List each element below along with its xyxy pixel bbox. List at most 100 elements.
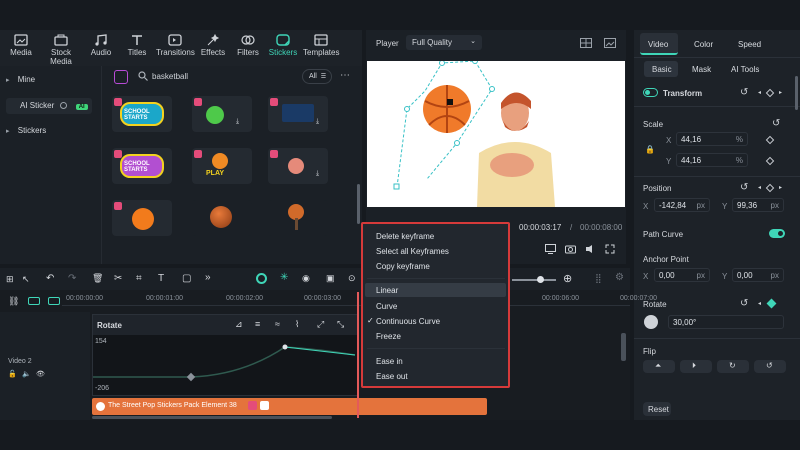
prev-keyframe-icon[interactable]: ◂ <box>758 89 761 96</box>
shape-icon[interactable]: ▢ <box>182 273 191 284</box>
more-options-icon[interactable]: ⋯ <box>340 70 350 81</box>
position-y-field[interactable]: 99,36 px <box>732 198 784 212</box>
curve-preset-icon[interactable]: ≡ <box>255 319 260 329</box>
text-icon[interactable]: T <box>158 273 164 284</box>
curve-preset-icon[interactable]: ⤢ <box>317 319 324 330</box>
quality-dropdown[interactable]: Full Quality ⌄ <box>406 35 482 50</box>
reset-icon[interactable]: ↺ <box>740 298 748 309</box>
subtab-mask[interactable]: Mask <box>692 65 711 74</box>
menu-item-curve[interactable]: Curve <box>376 302 397 311</box>
curve-handle[interactable] <box>282 344 288 350</box>
timeline-scrollbar[interactable] <box>92 416 332 419</box>
delete-icon[interactable]: 🗑 <box>92 273 103 284</box>
settings-icon[interactable]: ⚙ <box>615 272 624 283</box>
anchor-y-field[interactable]: 0,00 px <box>732 268 784 282</box>
flip-horizontal-button[interactable]: ⏵ <box>680 360 712 373</box>
sticker-tile[interactable]: SCHOOL STARTS <box>112 96 172 132</box>
toolbar-item-titles[interactable]: Titles <box>124 34 150 57</box>
menu-item-freeze[interactable]: Freeze <box>376 332 401 341</box>
rotate-right-button[interactable]: ↻ <box>717 360 749 373</box>
scale-y-field[interactable]: 44,16 % <box>676 153 748 167</box>
toolbar-item-templates[interactable]: Templates <box>303 34 339 57</box>
rotate-dial[interactable] <box>644 315 658 329</box>
menu-item-linear[interactable]: Linear <box>365 283 506 297</box>
playhead[interactable] <box>357 292 359 418</box>
zoom-slider-track[interactable] <box>512 279 556 281</box>
select-icon[interactable]: ↖ <box>22 274 30 285</box>
next-keyframe-icon[interactable]: ▸ <box>779 184 782 191</box>
sticker-tile[interactable] <box>268 200 328 236</box>
camera-icon[interactable]: ▣ <box>326 273 335 284</box>
record-icon[interactable]: ◉ <box>302 273 310 284</box>
menu-item-copy-keyframe[interactable]: Copy keyframe <box>376 262 430 271</box>
tab-color[interactable]: Color <box>694 40 713 49</box>
undo-icon[interactable]: ↶ <box>46 273 54 284</box>
subtab-ai-tools[interactable]: AI Tools <box>731 65 759 74</box>
layout-icon[interactable]: ⊞ <box>6 274 14 285</box>
effects-tool-icon[interactable]: ✳ <box>280 272 288 283</box>
sticker-tile[interactable]: SCHOOL STARTS <box>112 148 172 184</box>
marker-icon[interactable]: ⊙ <box>348 273 356 284</box>
download-icon[interactable]: ⤓ <box>316 170 319 178</box>
position-x-field[interactable]: -142,84 px <box>654 198 710 212</box>
scale-x-field[interactable]: 44,16 % <box>676 132 748 146</box>
reset-icon[interactable]: ↺ <box>740 182 748 193</box>
redo-icon[interactable]: ↷ <box>68 273 76 284</box>
lock-track-icon[interactable]: 🔓 <box>8 370 17 378</box>
curve-editor[interactable]: Rotate ⊿ ≡ ≈ ⌇ ⤢ ⤡ 154 -206 <box>92 314 359 396</box>
curve-preset-icon[interactable]: ⊿ <box>235 319 243 330</box>
video-canvas[interactable] <box>367 61 625 207</box>
magnet-icon[interactable] <box>48 297 60 305</box>
sticker-tile[interactable]: ⤓ <box>192 96 252 132</box>
reset-button[interactable]: Reset <box>643 402 671 416</box>
lock-icon[interactable]: 🔒 <box>645 145 655 154</box>
tab-video[interactable]: Video <box>640 33 678 55</box>
vertical-scrollbar[interactable] <box>621 333 626 361</box>
timeline-ruler[interactable]: 00:00:00:00 00:00:01:00 00:00:02:00 00:0… <box>62 292 657 306</box>
download-icon[interactable]: ⤓ <box>236 118 239 126</box>
volume-icon[interactable] <box>585 244 596 256</box>
toolbar-item-stickers[interactable]: Stickers <box>267 34 299 57</box>
sidebar-item-ai-sticker[interactable]: AI Sticker AI <box>6 98 92 114</box>
panel-scrollbar[interactable] <box>795 76 798 110</box>
monitor-icon[interactable] <box>545 244 556 256</box>
curve-preset-icon[interactable]: ⌇ <box>295 319 299 330</box>
flip-vertical-button[interactable]: ⏶ <box>643 360 675 373</box>
subtab-basic[interactable]: Basic <box>644 61 678 77</box>
visibility-icon[interactable]: 👁 <box>36 370 45 378</box>
anchor-x-field[interactable]: 0,00 px <box>654 268 710 282</box>
sticker-tile[interactable]: ⤓ <box>268 96 328 132</box>
curve-keyframe[interactable] <box>186 372 196 382</box>
menu-item-select-all-keyframes[interactable]: Select all Keyframes <box>376 247 449 256</box>
filter-dropdown[interactable]: All ☰ <box>302 69 332 84</box>
toolbar-item-stock-media[interactable]: Stock Media <box>40 34 82 66</box>
reset-icon[interactable]: ↺ <box>772 118 780 129</box>
menu-item-continuous-curve[interactable]: Continuous Curve <box>376 317 440 326</box>
prev-keyframe-icon[interactable]: ◂ <box>758 184 761 191</box>
mute-track-icon[interactable]: 🔈 <box>22 370 31 378</box>
sidebar-item-mine[interactable]: ▸ Mine <box>6 75 96 89</box>
video-clip[interactable]: The Street Pop Stickers Pack Element 38 <box>92 398 487 415</box>
split-icon[interactable]: ✂ <box>114 273 122 284</box>
toolbar-item-audio[interactable]: Audio <box>88 34 114 57</box>
transform-toggle[interactable] <box>643 88 658 97</box>
sticker-tile[interactable] <box>192 200 252 236</box>
menu-item-ease-out[interactable]: Ease out <box>376 372 408 381</box>
prev-keyframe-icon[interactable]: ◂ <box>758 300 761 307</box>
snapshot-icon[interactable] <box>565 244 576 256</box>
grid-view-icon[interactable] <box>580 38 592 50</box>
toolbar-item-transitions[interactable]: Transitions <box>156 34 195 57</box>
search-input[interactable]: basketball <box>152 72 188 81</box>
curve-preset-icon[interactable]: ⤡ <box>337 319 344 330</box>
menu-item-delete-keyframe[interactable]: Delete keyframe <box>376 232 434 241</box>
download-icon[interactable]: ⤓ <box>316 118 319 126</box>
next-keyframe-icon[interactable]: ▸ <box>779 89 782 96</box>
tab-speed[interactable]: Speed <box>738 40 761 49</box>
rotate-left-button[interactable]: ↺ <box>754 360 786 373</box>
media-scrollbar[interactable] <box>357 184 360 224</box>
curve-preset-icon[interactable]: ≈ <box>275 319 280 329</box>
sidebar-item-stickers[interactable]: ▸ Stickers <box>6 126 96 140</box>
rotate-field[interactable]: 30,00° <box>668 315 784 329</box>
zoom-slider-thumb[interactable] <box>537 276 544 283</box>
menu-item-ease-in[interactable]: Ease in <box>376 357 403 366</box>
